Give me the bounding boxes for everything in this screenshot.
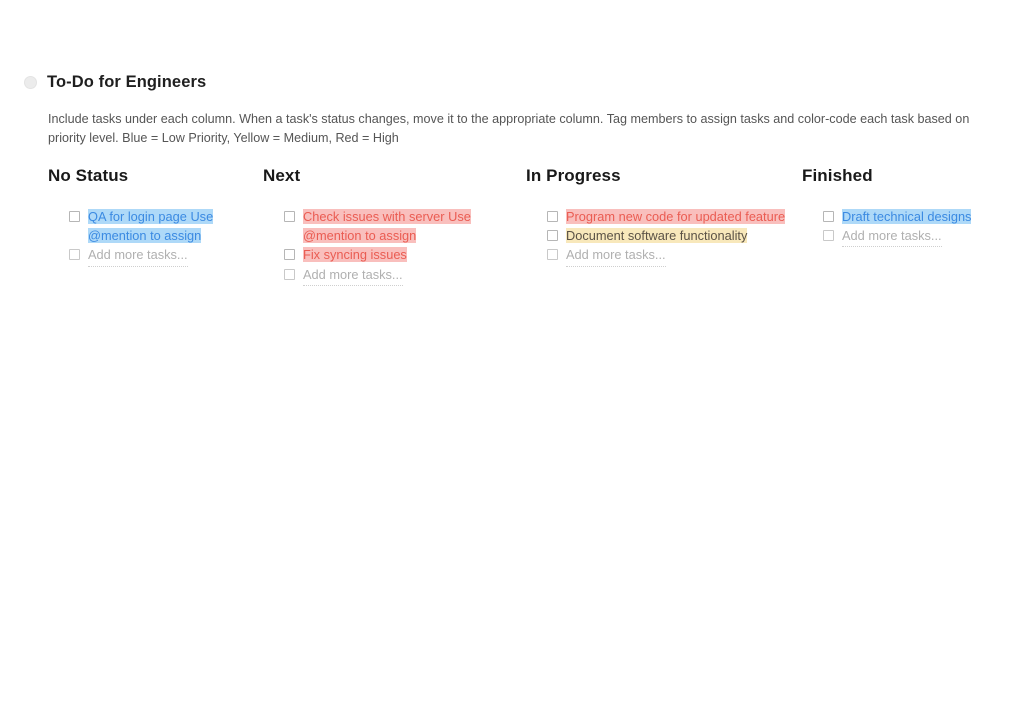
task-list: Program new code for updated feature Doc… [526,207,791,267]
board-column-in-progress: In Progress Program new code for updated… [526,165,791,267]
task-label: Fix syncing issues [303,247,407,263]
add-task-row[interactable]: Add more tasks... [48,245,253,267]
task-checkbox[interactable] [69,211,80,222]
task-text-wrap: Check issues with server Use @mention to… [303,207,513,245]
task-label: Check issues with server Use @mention to… [303,209,471,244]
document-description: Include tasks under each column. When a … [48,112,970,145]
task-label: Document software functionality [566,228,748,244]
task-row[interactable]: Fix syncing issues [263,245,513,264]
task-list: Check issues with server Use @mention to… [263,207,513,286]
task-label: Program new code for updated feature [566,209,786,224]
add-task-checkbox[interactable] [823,230,834,242]
task-row[interactable]: QA for login page Use @mention to assign [48,207,253,245]
add-task-text-wrap: Add more tasks... [88,245,253,267]
page-title: To-Do for Engineers [47,73,207,91]
title-row: To-Do for Engineers [24,70,984,94]
task-text-wrap: Draft technical designs [842,207,1012,226]
task-checkbox[interactable] [547,211,558,222]
document-header: To-Do for Engineers [24,70,984,94]
task-list: Draft technical designs Add more tasks..… [802,207,1012,248]
board-column-next: Next Check issues with server Use @menti… [263,165,513,286]
add-task-text-wrap: Add more tasks... [303,265,513,286]
column-title: Next [263,166,301,185]
task-label: QA for login page Use @mention to assign [88,209,214,244]
task-text-wrap: QA for login page Use @mention to assign [88,207,253,245]
add-task-row[interactable]: Add more tasks... [526,245,791,267]
add-task-checkbox[interactable] [547,249,558,261]
task-checkbox[interactable] [284,249,295,261]
task-row[interactable]: Document software functionality [526,226,791,245]
task-row[interactable]: Program new code for updated feature [526,207,791,226]
task-label: Draft technical designs [842,209,972,224]
add-task-text-wrap: Add more tasks... [566,245,791,267]
board-column-finished: Finished Draft technical designs Add mor… [802,165,1012,248]
column-title: Finished [802,166,873,185]
task-checkbox[interactable] [823,211,834,222]
task-row[interactable]: Draft technical designs [802,207,1012,226]
task-row[interactable]: Check issues with server Use @mention to… [263,207,513,245]
add-task-placeholder[interactable]: Add more tasks... [88,245,188,267]
add-task-row[interactable]: Add more tasks... [263,265,513,286]
task-text-wrap: Program new code for updated feature [566,207,791,226]
task-text-wrap: Fix syncing issues [303,245,513,264]
task-checkbox[interactable] [284,211,295,222]
board-column-no-status: No Status QA for login page Use @mention… [48,165,253,267]
add-task-checkbox[interactable] [284,268,295,280]
add-task-checkbox[interactable] [69,249,80,261]
task-text-wrap: Document software functionality [566,226,791,245]
add-task-row[interactable]: Add more tasks... [802,226,1012,248]
circle-toggle-icon[interactable] [24,75,37,89]
add-task-text-wrap: Add more tasks... [842,226,1012,248]
column-title: In Progress [526,166,621,185]
task-checkbox[interactable] [547,230,558,242]
add-task-placeholder[interactable]: Add more tasks... [566,245,666,267]
add-task-placeholder[interactable]: Add more tasks... [303,265,403,286]
add-task-placeholder[interactable]: Add more tasks... [842,226,942,248]
column-title: No Status [48,166,129,185]
task-list: QA for login page Use @mention to assign… [48,207,253,267]
